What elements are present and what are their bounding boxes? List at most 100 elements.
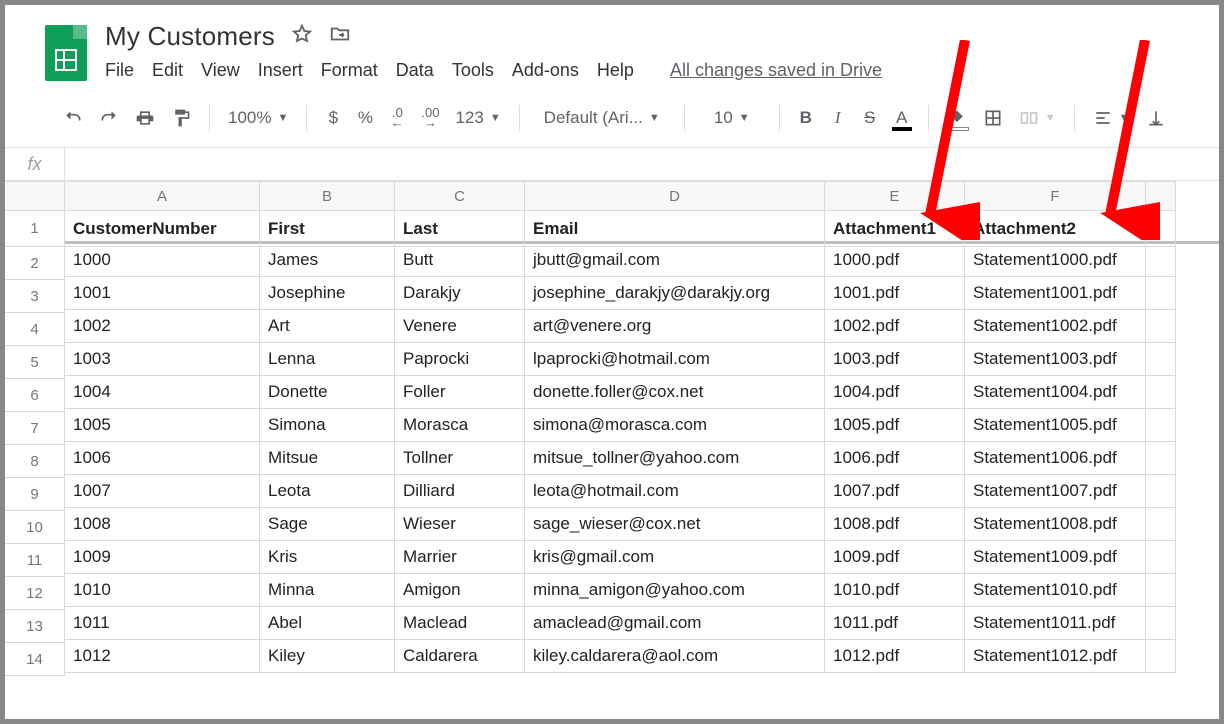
cell[interactable]: 1006.pdf	[825, 442, 965, 475]
cell[interactable]: Morasca	[395, 409, 525, 442]
cell[interactable]: 1009	[65, 541, 260, 574]
cell[interactable]: Paprocki	[395, 343, 525, 376]
cell[interactable]	[1146, 508, 1176, 541]
cell[interactable]: 1005	[65, 409, 260, 442]
cell[interactable]: Kiley	[260, 640, 395, 673]
cell[interactable]: Statement1008.pdf	[965, 508, 1146, 541]
text-color-button[interactable]: A	[888, 103, 916, 133]
cell[interactable]: 1010.pdf	[825, 574, 965, 607]
cell[interactable]: 1011	[65, 607, 260, 640]
cell[interactable]: Statement1012.pdf	[965, 640, 1146, 673]
row-header[interactable]: 13	[5, 610, 65, 643]
cell[interactable]: Statement1004.pdf	[965, 376, 1146, 409]
cell[interactable]: amaclead@gmail.com	[525, 607, 825, 640]
row-header[interactable]: 3	[5, 280, 65, 313]
cell[interactable]: 1008	[65, 508, 260, 541]
star-icon[interactable]	[291, 23, 313, 50]
cell[interactable]: Statement1002.pdf	[965, 310, 1146, 343]
cell[interactable]: Leota	[260, 475, 395, 508]
cell[interactable]: 1004	[65, 376, 260, 409]
cell[interactable]: 1004.pdf	[825, 376, 965, 409]
cell[interactable]: Josephine	[260, 277, 395, 310]
cell[interactable]: 1010	[65, 574, 260, 607]
cell[interactable]: Statement1001.pdf	[965, 277, 1146, 310]
cell[interactable]: Abel	[260, 607, 395, 640]
menu-file[interactable]: File	[105, 60, 134, 81]
row-header[interactable]: 11	[5, 544, 65, 577]
cell[interactable]: 1001	[65, 277, 260, 310]
select-all-corner[interactable]	[5, 181, 65, 211]
fill-color-button[interactable]	[941, 103, 973, 133]
font-size-combo[interactable]: 10▼	[697, 103, 767, 133]
row-header[interactable]: 4	[5, 313, 65, 346]
column-header-extra[interactable]	[1146, 181, 1176, 211]
header-cell[interactable]: Last	[395, 211, 525, 247]
italic-button[interactable]: I	[824, 103, 852, 133]
cell[interactable]: Dilliard	[395, 475, 525, 508]
row-header[interactable]: 9	[5, 478, 65, 511]
format-currency-button[interactable]: $	[319, 103, 347, 133]
menu-format[interactable]: Format	[321, 60, 378, 81]
borders-button[interactable]	[977, 103, 1009, 133]
cell[interactable]: Art	[260, 310, 395, 343]
cell[interactable]: 1001.pdf	[825, 277, 965, 310]
cell[interactable]: Simona	[260, 409, 395, 442]
column-header-E[interactable]: E	[825, 181, 965, 211]
cell[interactable]: 1008.pdf	[825, 508, 965, 541]
cell[interactable]: Darakjy	[395, 277, 525, 310]
cell[interactable]: simona@morasca.com	[525, 409, 825, 442]
cell[interactable]: art@venere.org	[525, 310, 825, 343]
cell[interactable]: Statement1005.pdf	[965, 409, 1146, 442]
cell[interactable]	[1146, 442, 1176, 475]
sheets-logo-icon[interactable]	[45, 25, 87, 81]
cell[interactable]: 1003.pdf	[825, 343, 965, 376]
cell[interactable]: minna_amigon@yahoo.com	[525, 574, 825, 607]
cell[interactable]	[1146, 475, 1176, 508]
cell[interactable]	[1146, 607, 1176, 640]
menu-help[interactable]: Help	[597, 60, 634, 81]
increase-decimal-button[interactable]: .00→	[415, 103, 445, 133]
strikethrough-button[interactable]: S	[856, 103, 884, 133]
cell[interactable]: 1007.pdf	[825, 475, 965, 508]
cell[interactable]: James	[260, 244, 395, 277]
cell[interactable]: 1003	[65, 343, 260, 376]
header-cell[interactable]: Attachment2	[965, 211, 1146, 247]
font-family-combo[interactable]: Default (Ari...▼	[532, 103, 672, 133]
row-header[interactable]: 5	[5, 346, 65, 379]
cell[interactable]: 1006	[65, 442, 260, 475]
cell[interactable]	[1146, 244, 1176, 277]
move-to-folder-icon[interactable]	[329, 23, 351, 50]
row-header[interactable]: 6	[5, 379, 65, 412]
cell[interactable]: 1011.pdf	[825, 607, 965, 640]
column-header-D[interactable]: D	[525, 181, 825, 211]
cell[interactable]: Venere	[395, 310, 525, 343]
cell[interactable]: 1002.pdf	[825, 310, 965, 343]
row-header[interactable]: 14	[5, 643, 65, 676]
row-header[interactable]: 10	[5, 511, 65, 544]
zoom-combo[interactable]: 100%▼	[222, 103, 294, 133]
cell[interactable]: Lenna	[260, 343, 395, 376]
cell[interactable]: Sage	[260, 508, 395, 541]
cell[interactable]: Foller	[395, 376, 525, 409]
cell[interactable]: mitsue_tollner@yahoo.com	[525, 442, 825, 475]
cell[interactable]: donette.foller@cox.net	[525, 376, 825, 409]
decrease-decimal-button[interactable]: .0←	[383, 103, 411, 133]
cell[interactable]: 1012	[65, 640, 260, 673]
undo-button[interactable]	[57, 103, 89, 133]
format-percent-button[interactable]: %	[351, 103, 379, 133]
cell[interactable]: Butt	[395, 244, 525, 277]
menu-view[interactable]: View	[201, 60, 240, 81]
cell[interactable]: 1007	[65, 475, 260, 508]
spreadsheet-grid[interactable]: 1234567891011121314 ABCDEF CustomerNumbe…	[5, 181, 1219, 676]
cell[interactable]	[1146, 574, 1176, 607]
cell[interactable]	[1146, 376, 1176, 409]
cell[interactable]: Statement1003.pdf	[965, 343, 1146, 376]
document-title[interactable]: My Customers	[105, 21, 275, 52]
cell[interactable]: Marrier	[395, 541, 525, 574]
row-header[interactable]: 8	[5, 445, 65, 478]
menu-edit[interactable]: Edit	[152, 60, 183, 81]
vertical-align-button[interactable]	[1140, 103, 1172, 133]
more-formats-combo[interactable]: 123▼	[449, 103, 506, 133]
row-header[interactable]: 12	[5, 577, 65, 610]
header-cell[interactable]: Email	[525, 211, 825, 247]
